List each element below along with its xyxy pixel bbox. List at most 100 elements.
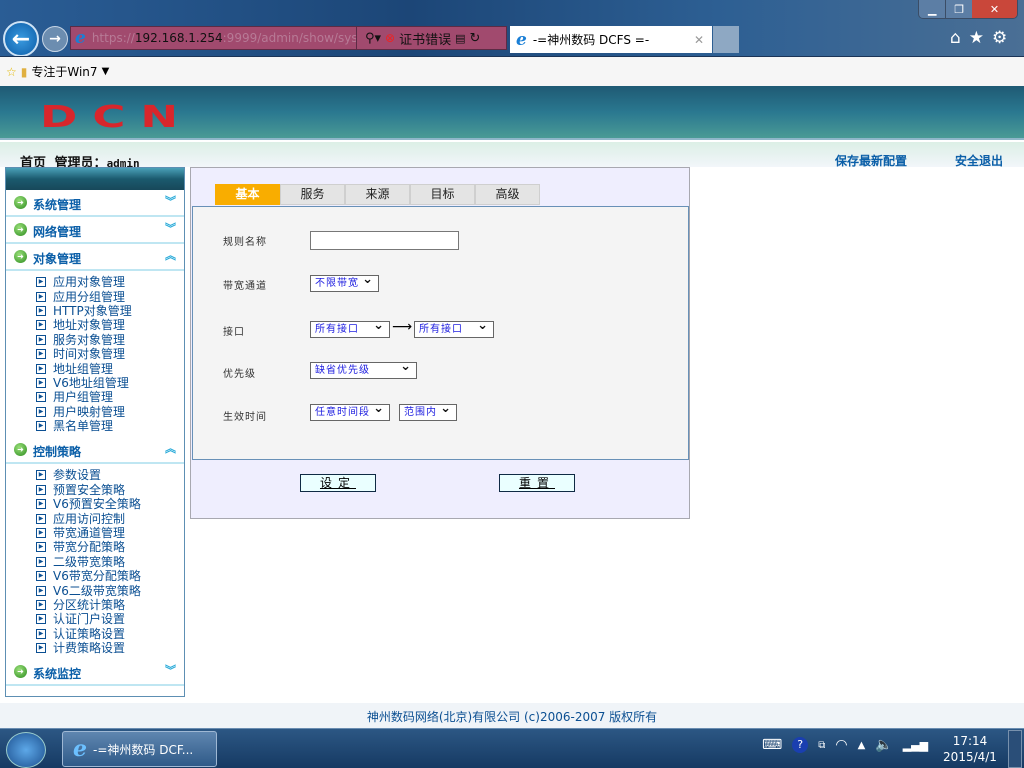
tab-destination[interactable]: 目标 bbox=[410, 184, 475, 205]
interface-from-select[interactable]: 所有接口 bbox=[310, 318, 390, 338]
sidebar-item[interactable]: ▶ 服务对象管理 bbox=[36, 333, 184, 347]
play-icon: ▶ bbox=[36, 334, 46, 345]
sidebar-group[interactable]: ➜ 系统管理 ︾ bbox=[6, 190, 184, 217]
interface-to-select[interactable]: 所有接口 bbox=[414, 318, 494, 338]
clock[interactable]: 17:14 2015/4/1 bbox=[935, 733, 1005, 765]
keyboard-icon[interactable]: ⌨ bbox=[762, 737, 782, 753]
sidebar-item[interactable]: ▶ V6预置安全策略 bbox=[36, 497, 184, 511]
refresh-icon[interactable]: ↻ bbox=[470, 31, 481, 46]
sidebar-item[interactable]: ▶ 带宽通道管理 bbox=[36, 526, 184, 540]
sidebar-item-label: 二级带宽策略 bbox=[53, 554, 126, 569]
chevron-down-icon[interactable]: ︾ bbox=[165, 220, 176, 236]
gear-icon[interactable]: ⚙ bbox=[992, 28, 1007, 48]
sidebar-item[interactable]: ▶ 用户映射管理 bbox=[36, 405, 184, 419]
minimize-icon[interactable]: ▁ bbox=[919, 0, 946, 18]
tab-service[interactable]: 服务 bbox=[280, 184, 345, 205]
sidebar-item[interactable]: ▶ 计费策略设置 bbox=[36, 641, 184, 655]
sidebar-group-label: 网络管理 bbox=[33, 225, 82, 239]
sidebar-item[interactable]: ▶ 地址对象管理 bbox=[36, 318, 184, 332]
signal-icon[interactable]: ▂▄▆ bbox=[903, 739, 928, 752]
favorites-item[interactable]: 专注于Win7 bbox=[31, 63, 97, 80]
play-icon: ▶ bbox=[36, 614, 46, 625]
sidebar-item[interactable]: ▶ 分区统计策略 bbox=[36, 598, 184, 612]
back-button[interactable]: ← bbox=[3, 21, 39, 57]
logout-link[interactable]: 安全退出 bbox=[955, 152, 1003, 169]
arrow-circle-icon: ➜ bbox=[14, 250, 27, 263]
sidebar-item[interactable]: ▶ 时间对象管理 bbox=[36, 347, 184, 361]
address-suffix: :9999/admin/show/syster bbox=[222, 31, 357, 45]
range-select[interactable]: 范围内 bbox=[399, 401, 457, 421]
sidebar-item-label: 应用访问控制 bbox=[53, 511, 126, 526]
time-select[interactable]: 任意时间段 bbox=[310, 401, 390, 421]
search-icon[interactable]: ⚲▾ bbox=[365, 31, 381, 46]
start-button[interactable] bbox=[6, 732, 46, 768]
play-icon: ▶ bbox=[36, 291, 46, 302]
cert-error-label[interactable]: 证书错误 bbox=[399, 29, 451, 48]
sidebar-item-label: V6地址组管理 bbox=[53, 375, 129, 390]
sidebar-group-label: 系统管理 bbox=[33, 198, 82, 212]
play-icon: ▶ bbox=[36, 499, 46, 510]
sidebar-group[interactable]: ➜ 控制策略 ︽ bbox=[6, 437, 184, 465]
new-tab-button[interactable] bbox=[713, 26, 739, 53]
sidebar-item[interactable]: ▶ 黑名单管理 bbox=[36, 419, 184, 433]
forward-button[interactable]: → bbox=[42, 26, 68, 52]
sidebar-item[interactable]: ▶ V6带宽分配策略 bbox=[36, 569, 184, 583]
priority-select[interactable]: 缺省优先级 bbox=[310, 359, 417, 379]
chevron-up-icon[interactable]: ︽ bbox=[165, 440, 176, 456]
save-config-link[interactable]: 保存最新配置 bbox=[835, 152, 907, 169]
favorites-star-icon[interactable]: ★ bbox=[969, 28, 984, 48]
chevron-down-icon[interactable]: ︾ bbox=[165, 662, 176, 678]
tab-advanced[interactable]: 高级 bbox=[475, 184, 540, 205]
sidebar-item[interactable]: ▶ 应用访问控制 bbox=[36, 511, 184, 526]
bandwidth-select[interactable]: 不限带宽 bbox=[310, 272, 379, 292]
ie-icon: e bbox=[73, 736, 87, 762]
sidebar-item[interactable]: ▶ 二级带宽策略 bbox=[36, 555, 184, 569]
sidebar-item-label: 分区统计策略 bbox=[53, 598, 126, 612]
play-icon: ▶ bbox=[36, 392, 46, 403]
sidebar-item[interactable]: ▶ V6二级带宽策略 bbox=[36, 583, 184, 598]
help-icon[interactable]: ? bbox=[792, 737, 809, 753]
sidebar-item[interactable]: ▶ 认证策略设置 bbox=[36, 627, 184, 641]
set-button[interactable]: 设定 bbox=[300, 474, 376, 492]
taskbar-ie-button[interactable]: e -=神州数码 DCF... bbox=[62, 731, 217, 767]
sidebar-item[interactable]: ▶ 带宽分配策略 bbox=[36, 540, 184, 554]
sidebar-group[interactable]: ➜ 网络管理 ︾ bbox=[6, 217, 184, 244]
sidebar-item[interactable]: ▶ 地址组管理 bbox=[36, 361, 184, 376]
sidebar-item[interactable]: ▶ 应用分组管理 bbox=[36, 289, 184, 304]
show-desktop-button[interactable] bbox=[1008, 730, 1022, 768]
chevron-down-icon[interactable]: ︾ bbox=[165, 193, 176, 209]
compat-icon[interactable]: ▤ bbox=[455, 32, 465, 45]
rule-name-input[interactable] bbox=[310, 231, 459, 250]
play-icon: ▶ bbox=[36, 305, 46, 316]
show-hidden-icons[interactable]: ▲ bbox=[858, 740, 866, 751]
sidebar-item[interactable]: ▶ 应用对象管理 bbox=[36, 275, 184, 289]
sidebar-item[interactable]: ▶ 认证门户设置 bbox=[36, 612, 184, 626]
sidebar-header bbox=[6, 168, 184, 190]
language-bar-icon[interactable]: ⧉ bbox=[818, 740, 825, 751]
sidebar-group[interactable]: ➜ 对象管理 ︽ bbox=[6, 244, 184, 271]
close-tab-icon[interactable]: ✕ bbox=[694, 33, 704, 47]
sidebar-item[interactable]: ▶ HTTP对象管理 bbox=[36, 304, 184, 318]
restore-icon[interactable]: ❐ bbox=[945, 0, 972, 18]
wifi-icon[interactable]: ◠ bbox=[835, 737, 847, 753]
sidebar-item[interactable]: ▶ 参数设置 bbox=[36, 468, 184, 482]
tab-source[interactable]: 来源 bbox=[345, 184, 410, 205]
browser-tab[interactable]: e -=神州数码 DCFS =- ✕ bbox=[510, 26, 712, 53]
cert-error-icon[interactable]: ⊗ bbox=[385, 31, 395, 45]
sidebar-item[interactable]: ▶ 用户组管理 bbox=[36, 390, 184, 404]
arrow-icon: ⟶ bbox=[392, 319, 413, 335]
sidebar-group[interactable]: ➜ 系统监控 ︾ bbox=[6, 659, 184, 687]
tab-basic[interactable]: 基本 bbox=[215, 184, 280, 205]
volume-icon[interactable]: 🔈 bbox=[875, 737, 892, 753]
dropdown-icon[interactable]: ▼ bbox=[102, 66, 110, 77]
sidebar-item[interactable]: ▶ 预置安全策略 bbox=[36, 483, 184, 497]
chevron-up-icon[interactable]: ︽ bbox=[165, 247, 176, 263]
add-favorite-icon[interactable]: ☆ bbox=[6, 65, 17, 79]
home-icon[interactable]: ⌂ bbox=[950, 28, 961, 48]
sidebar-item[interactable]: ▶ V6地址组管理 bbox=[36, 376, 184, 390]
reset-button[interactable]: 重置 bbox=[499, 474, 575, 492]
sidebar-item-label: V6二级带宽策略 bbox=[53, 583, 141, 598]
close-window-icon[interactable]: ✕ bbox=[971, 0, 1017, 18]
address-bar[interactable]: e https://192.168.1.254:9999/admin/show/… bbox=[70, 26, 357, 50]
play-icon: ▶ bbox=[36, 542, 46, 553]
